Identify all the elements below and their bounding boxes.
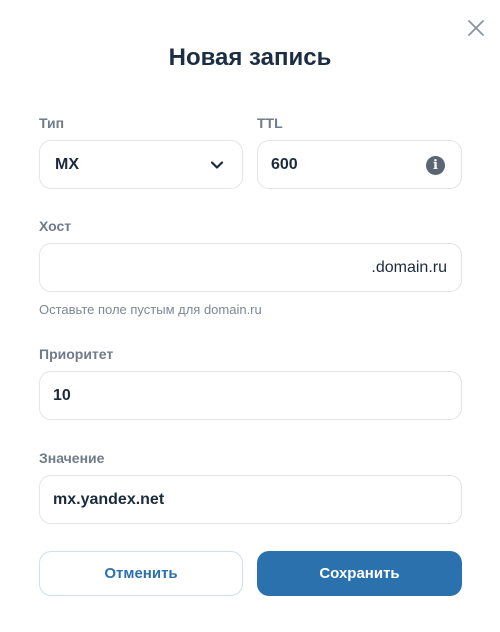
close-icon[interactable] [465, 17, 487, 39]
priority-input[interactable]: 10 [39, 371, 462, 420]
dialog-title: Новая запись [168, 44, 332, 71]
host-hint: Оставьте поле пустым для domain.ru [39, 302, 262, 317]
type-label: Тип [39, 115, 65, 131]
chevron-down-icon [210, 161, 224, 169]
host-input[interactable]: .domain.ru [39, 243, 462, 292]
host-domain-suffix: .domain.ru [371, 258, 447, 276]
cancel-button[interactable]: Отменить [39, 551, 243, 596]
save-button[interactable]: Сохранить [257, 551, 462, 596]
ttl-label: TTL [257, 115, 283, 131]
info-icon[interactable]: i [426, 156, 445, 175]
priority-label: Приоритет [39, 346, 114, 362]
priority-value: 10 [53, 386, 71, 404]
value-value: mx.yandex.net [53, 490, 165, 508]
type-select[interactable]: MX [39, 140, 243, 189]
new-record-dialog: Новая запись Тип MX TTL 600 i Хост .doma… [0, 0, 500, 632]
value-input[interactable]: mx.yandex.net [39, 475, 462, 524]
host-label: Хост [39, 218, 72, 234]
ttl-input[interactable]: 600 i [257, 140, 462, 189]
value-label: Значение [39, 450, 105, 466]
